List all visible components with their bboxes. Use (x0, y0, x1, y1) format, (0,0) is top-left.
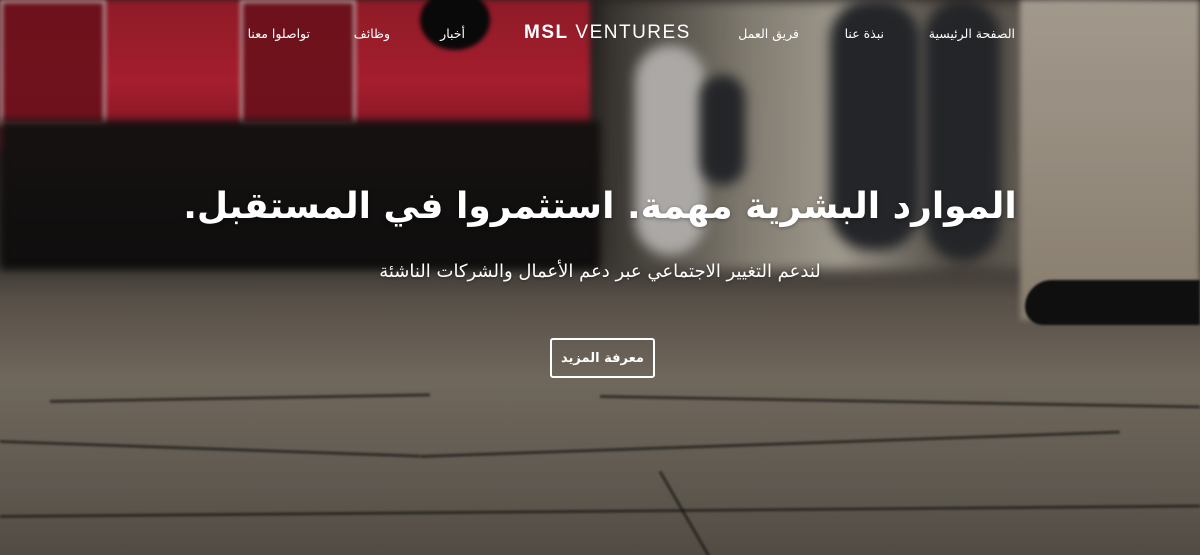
top-navigation: الصفحة الرئيسية نبذة عنا فريق العمل MSL … (0, 20, 1200, 48)
nav-link-home[interactable]: الصفحة الرئيسية (929, 26, 1015, 41)
learn-more-button[interactable]: معرفة المزيد (550, 338, 655, 378)
nav-link-about[interactable]: نبذة عنا (845, 26, 884, 41)
hero-subheadline: لندعم التغيير الاجتماعي عبر دعم الأعمال … (379, 261, 821, 282)
hero-headline: الموارد البشرية مهمة. استثمروا في المستق… (183, 186, 1017, 227)
nav-link-team[interactable]: فريق العمل (738, 26, 799, 41)
nav-link-contact[interactable]: تواصلوا معنا (248, 26, 310, 41)
nav-link-jobs[interactable]: وظائف (354, 26, 390, 41)
brand-logo[interactable]: MSL VENTURES (524, 22, 691, 44)
brand-logo-bold: MSL (524, 22, 569, 43)
brand-logo-light: VENTURES (575, 22, 691, 43)
hero-section: الصفحة الرئيسية نبذة عنا فريق العمل MSL … (0, 0, 1200, 555)
nav-link-news[interactable]: أخبار (440, 26, 465, 41)
